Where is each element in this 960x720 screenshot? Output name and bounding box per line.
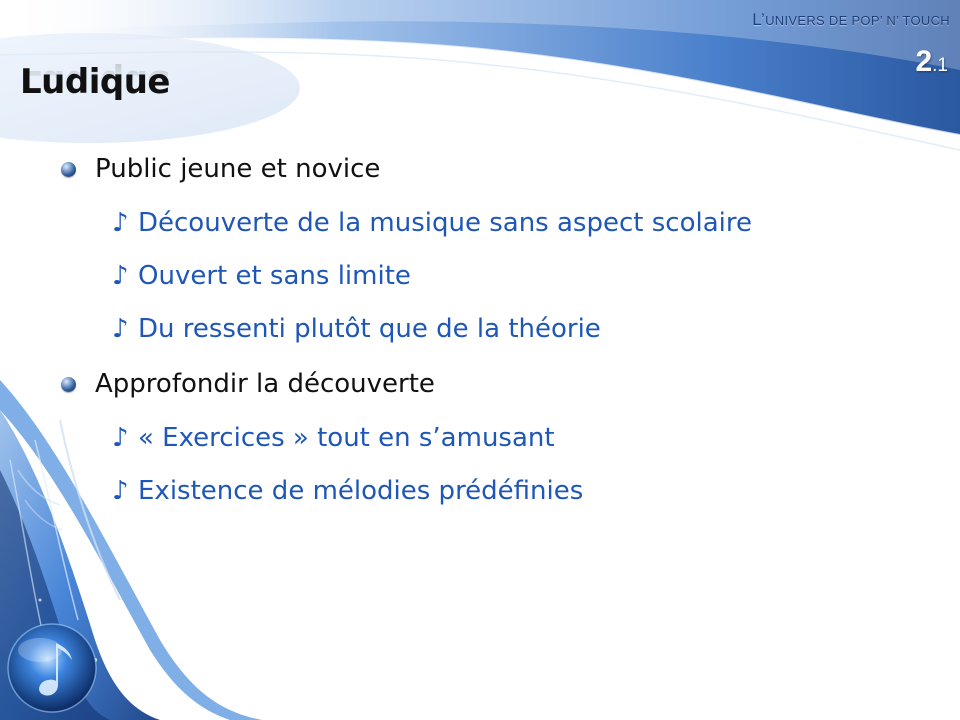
- music-note-icon: ♪: [112, 314, 129, 344]
- music-note-icon: ♪: [112, 208, 129, 238]
- blue-sphere-bullet-icon: [61, 377, 76, 392]
- blue-sphere-bullet-icon: [61, 162, 76, 177]
- sub-bullet-text: Ouvert et sans limite: [138, 261, 411, 291]
- sub-bullet-item: ♪ Ouvert et sans limite: [112, 261, 411, 291]
- sub-bullet-text: Existence de mélodies prédéfinies: [138, 476, 584, 506]
- music-note-icon: ♪: [112, 261, 129, 291]
- bullet-item: Approfondir la découverte: [95, 369, 435, 399]
- sub-bullet-item: ♪ Du ressenti plutôt que de la théorie: [112, 314, 601, 344]
- sub-bullet-item: ♪ Existence de mélodies prédéfinies: [112, 476, 583, 506]
- sub-bullet-text: Découverte de la musique sans aspect sco…: [138, 208, 752, 238]
- sub-bullet-text: « Exercices » tout en s’amusant: [138, 423, 555, 453]
- bullet-item: Public jeune et novice: [95, 154, 381, 184]
- sub-bullet-item: ♪ « Exercices » tout en s’amusant: [112, 423, 555, 453]
- sub-bullet-item: ♪ Découverte de la musique sans aspect sc…: [112, 208, 752, 238]
- slide: L’univers de Pop’ n’ Touch 2.1 Ludique L…: [0, 0, 960, 720]
- sub-bullet-text: Du ressenti plutôt que de la théorie: [138, 314, 601, 344]
- bullet-list: Public jeune et novice ♪ Découverte de la…: [0, 0, 960, 720]
- music-note-icon: ♪: [112, 476, 129, 506]
- music-note-icon: ♪: [112, 423, 129, 453]
